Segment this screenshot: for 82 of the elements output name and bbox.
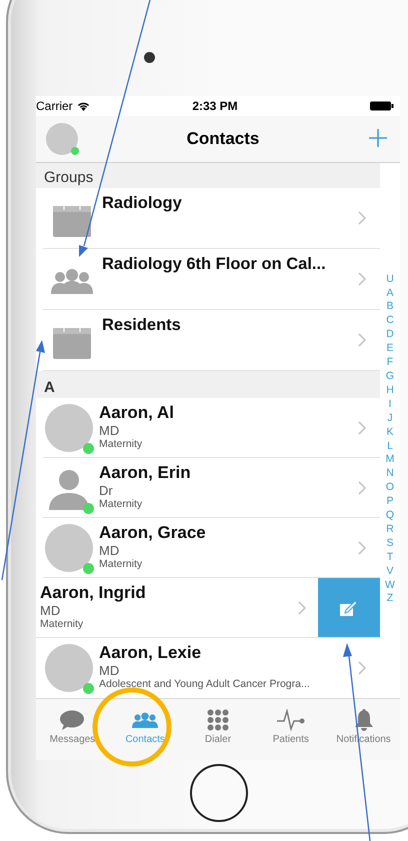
chevron-icon [358, 333, 366, 347]
heartbeat-icon [276, 709, 305, 731]
index-letter[interactable]: L [387, 440, 393, 454]
chevron-icon [358, 661, 366, 675]
index-letter[interactable]: C [386, 314, 394, 328]
tab-button[interactable]: Patients [254, 699, 328, 760]
contact-name: Aaron, Al [99, 403, 175, 423]
contact-department: Maternity [99, 438, 144, 451]
chevron-icon [358, 272, 366, 286]
section-header: Groups [36, 163, 380, 188]
add-button[interactable] [368, 129, 388, 149]
group-row[interactable]: Radiology [43, 188, 380, 249]
index-letter[interactable]: Q [386, 509, 394, 523]
index-letter[interactable]: B [386, 300, 394, 314]
index-letter[interactable]: S [386, 536, 394, 551]
keypad-icon [206, 709, 229, 731]
contact-title: MD [99, 423, 120, 438]
contact-title: MD [40, 603, 62, 618]
tab-button[interactable]: Dialer [182, 699, 254, 760]
contact-name: Aaron, Erin [99, 463, 192, 483]
avatar-photo [45, 644, 93, 692]
tab-button[interactable]: Messages [36, 699, 109, 760]
chevron-icon [298, 600, 306, 614]
wifi-icon [76, 101, 90, 111]
index-letter[interactable]: G [386, 370, 394, 384]
contact-department: Maternity [99, 558, 144, 571]
index-letter[interactable]: F [386, 356, 394, 370]
index-letter[interactable]: U [386, 272, 394, 287]
index-letter[interactable]: O [386, 481, 394, 496]
index-letter[interactable]: W [385, 578, 395, 592]
index-letter[interactable]: J [387, 412, 393, 426]
index-letter[interactable]: V [386, 564, 394, 579]
contact-row[interactable]: Aaron, Al MD Maternity [43, 398, 380, 458]
contact-row[interactable]: Aaron, Lexie MD Adolescent and Young Adult Cancer Progra... [43, 638, 380, 698]
tab-button[interactable]: Contacts [108, 699, 182, 760]
chevron-icon [358, 480, 366, 494]
section-header: A [36, 371, 380, 398]
calendar-icon [53, 325, 91, 359]
people-icon [132, 711, 158, 729]
contact-name: Aaron, Grace [99, 523, 207, 543]
nav-title: Contacts [186, 129, 260, 149]
calendar-icon [53, 203, 91, 237]
index-letter[interactable]: E [386, 342, 394, 356]
contact-name: Aaron, Ingrid [40, 583, 147, 603]
edit-icon [340, 600, 358, 616]
index-letter[interactable]: D [386, 328, 394, 342]
contact-department: Maternity [40, 618, 84, 631]
index-letter[interactable]: Z [386, 592, 394, 606]
people-icon [51, 268, 93, 294]
contact-row[interactable]: Aaron, Grace MD Maternity [43, 518, 380, 578]
battery-icon [370, 101, 394, 111]
contact-department: Adolescent and Young Adult Cancer Progra... [99, 678, 311, 691]
index-letter[interactable]: M [386, 453, 394, 468]
contact-title: MD [99, 663, 120, 678]
index-letter[interactable]: R [386, 522, 394, 537]
chevron-icon [358, 211, 366, 225]
status-time: 2:33 PM [191, 99, 239, 113]
group-name: Radiology 6th Floor on Cal... [102, 254, 327, 274]
index-letter[interactable]: K [386, 426, 394, 440]
group-name: Radiology [102, 193, 183, 213]
contact-name: Aaron, Lexie [99, 643, 202, 663]
avatar-photo [45, 524, 93, 572]
edit-button[interactable] [318, 578, 380, 637]
speech-bubble-icon [60, 710, 84, 730]
contact-title: Dr [99, 483, 114, 498]
index-letter[interactable]: H [386, 384, 394, 398]
group-name: Residents [102, 315, 182, 335]
contact-row[interactable]: Aaron, Erin Dr Maternity [43, 458, 380, 518]
index-letter[interactable]: A [386, 286, 394, 300]
index-letter[interactable]: T [386, 550, 394, 565]
group-row[interactable]: Radiology 6th Floor on Cal... [43, 249, 380, 310]
contact-department: Maternity [99, 498, 144, 511]
index-letter[interactable]: P [386, 495, 394, 510]
index-letter[interactable]: N [386, 467, 394, 482]
chevron-icon [358, 540, 366, 554]
contact-title: MD [99, 543, 120, 558]
carrier-label: Carrier [36, 99, 73, 113]
bell-icon [354, 709, 374, 731]
avatar-photo [45, 404, 93, 452]
chevron-icon [358, 420, 366, 434]
profile-avatar[interactable] [46, 123, 78, 155]
contact-row[interactable]: Aaron, Ingrid MD Maternity [36, 578, 380, 638]
